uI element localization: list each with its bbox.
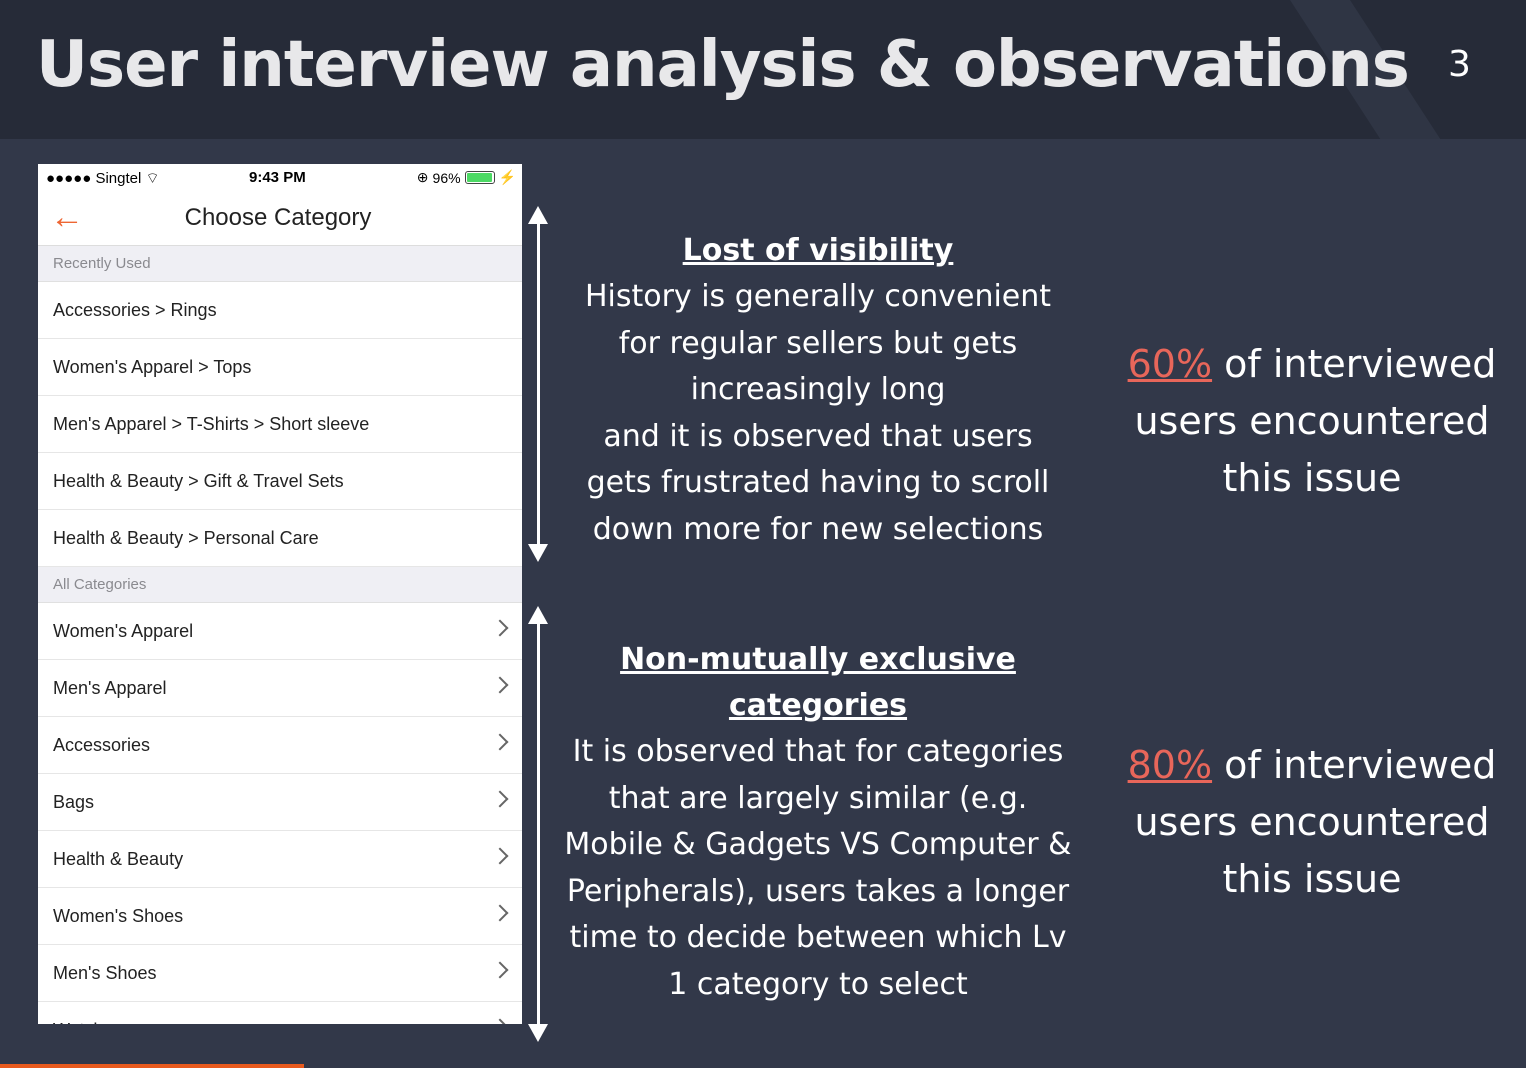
- category-label: Health & Beauty: [53, 849, 184, 869]
- category-row[interactable]: Women's Apparel: [38, 603, 522, 660]
- status-time: 9:43 PM: [249, 169, 306, 186]
- chevron-right-icon: [491, 790, 509, 808]
- charging-icon: ⚡: [498, 169, 516, 185]
- chevron-right-icon: [491, 904, 509, 922]
- chevron-right-icon: [491, 619, 509, 637]
- recent-category-row[interactable]: Men's Apparel > T-Shirts > Short sleeve: [38, 396, 522, 453]
- observation-text-line: History is generally convenient: [584, 279, 1052, 314]
- observation-text-line: Peripherals), users takes a longer: [566, 873, 1070, 909]
- category-row[interactable]: Men's Shoes: [38, 945, 522, 1002]
- status-right: ⊕ 96% ⚡: [417, 169, 516, 186]
- battery-percent: 96%: [432, 169, 461, 186]
- battery-icon: [464, 171, 495, 184]
- observation-heading: Lost of visibility: [682, 233, 954, 268]
- category-row[interactable]: Bags: [38, 774, 522, 831]
- arrow-down-icon: [528, 1024, 548, 1042]
- chevron-right-icon: [491, 733, 509, 751]
- stat-line: this issue: [1222, 456, 1402, 500]
- stat-categories: 80% of interviewed users encountered thi…: [1100, 737, 1524, 908]
- orientation-lock-icon: ⊕: [416, 169, 429, 185]
- category-row[interactable]: Health & Beauty: [38, 831, 522, 888]
- observation-text-line: that are largely similar (e.g.: [608, 780, 1028, 816]
- observation-heading-line: Non-mutually exclusive: [620, 642, 1016, 677]
- all-categories-list: Women's Apparel Men's Apparel Accessories B…: [38, 603, 522, 1024]
- category-label: Women's Apparel: [53, 621, 194, 641]
- nav-bar: ← Choose Category: [38, 192, 522, 246]
- wifi-icon: ⌔: [145, 170, 160, 187]
- page-number: 3: [1448, 44, 1471, 85]
- stat-line: this issue: [1222, 857, 1402, 901]
- stat-line: 80% of interviewed: [1127, 743, 1497, 787]
- stat-line: 60% of interviewed: [1127, 342, 1497, 386]
- observation-text-line: for regular sellers but gets: [618, 325, 1018, 361]
- observation-text-line: down more for new selections: [592, 511, 1044, 547]
- category-row[interactable]: Women's Shoes: [38, 888, 522, 945]
- arrow-line: [537, 622, 540, 1026]
- chevron-right-icon: [491, 1018, 509, 1024]
- status-bar: ●●●●● Singtel ⌔ 9:43 PM ⊕ 96% ⚡: [38, 164, 522, 192]
- progress-accent-bar: [0, 1064, 304, 1068]
- observation-text-line: and it is observed that users: [603, 418, 1033, 454]
- observation-heading-line: categories: [728, 688, 908, 723]
- stat-percent: 60%: [1127, 342, 1213, 386]
- category-label: Men's Shoes: [53, 963, 157, 983]
- carrier-signal: ●●●●● Singtel ⌔: [46, 170, 160, 187]
- section-header-all: All Categories: [38, 567, 522, 603]
- category-row[interactable]: Men's Apparel: [38, 660, 522, 717]
- category-row[interactable]: Watches: [38, 1002, 522, 1024]
- observation-visibility: Lost of visibility History is generally …: [548, 228, 1088, 553]
- nav-title: Choose Category: [184, 204, 372, 231]
- chevron-right-icon: [491, 847, 509, 865]
- category-label: Women's Shoes: [53, 906, 184, 926]
- observation-text-line: gets frustrated having to scroll: [586, 465, 1050, 500]
- chevron-right-icon: [491, 676, 509, 694]
- observation-text-line: Mobile & Gadgets VS Computer &: [564, 827, 1072, 862]
- category-row[interactable]: Accessories: [38, 717, 522, 774]
- stat-line: users encountered: [1134, 800, 1490, 844]
- slide-header: User interview analysis & observations 3: [0, 0, 1526, 139]
- observation-text-line: It is observed that for categories: [572, 734, 1064, 769]
- stat-line: users encountered: [1134, 399, 1490, 443]
- recent-category-row[interactable]: Health & Beauty > Personal Care: [38, 510, 522, 567]
- recent-category-row[interactable]: Accessories > Rings: [38, 282, 522, 339]
- chevron-right-icon: [491, 961, 509, 979]
- phone-screenshot: ●●●●● Singtel ⌔ 9:43 PM ⊕ 96% ⚡ ← Choose…: [38, 164, 522, 1024]
- category-label: Accessories: [53, 735, 151, 755]
- arrow-line: [537, 222, 540, 546]
- stat-percent: 80%: [1127, 743, 1213, 787]
- category-label: Men's Apparel: [53, 678, 167, 698]
- category-label: Bags: [53, 792, 95, 812]
- observation-text-line: time to decide between which Lv: [569, 920, 1067, 955]
- observation-text-line: increasingly long: [690, 372, 946, 407]
- stat-visibility: 60% of interviewed users encountered thi…: [1100, 336, 1524, 507]
- observation-categories: Non-mutually exclusive categories It is …: [548, 637, 1088, 1008]
- observation-text-line: 1 category to select: [668, 966, 968, 1002]
- category-label: Watches: [53, 1020, 122, 1024]
- recent-list: Accessories > Rings Women's Apparel > Top…: [38, 282, 522, 567]
- slide-title: User interview analysis & observations: [36, 28, 1410, 102]
- arrow-down-icon: [528, 544, 548, 562]
- recent-category-row[interactable]: Women's Apparel > Tops: [38, 339, 522, 396]
- recent-category-row[interactable]: Health & Beauty > Gift & Travel Sets: [38, 453, 522, 510]
- section-header-recent: Recently Used: [38, 246, 522, 282]
